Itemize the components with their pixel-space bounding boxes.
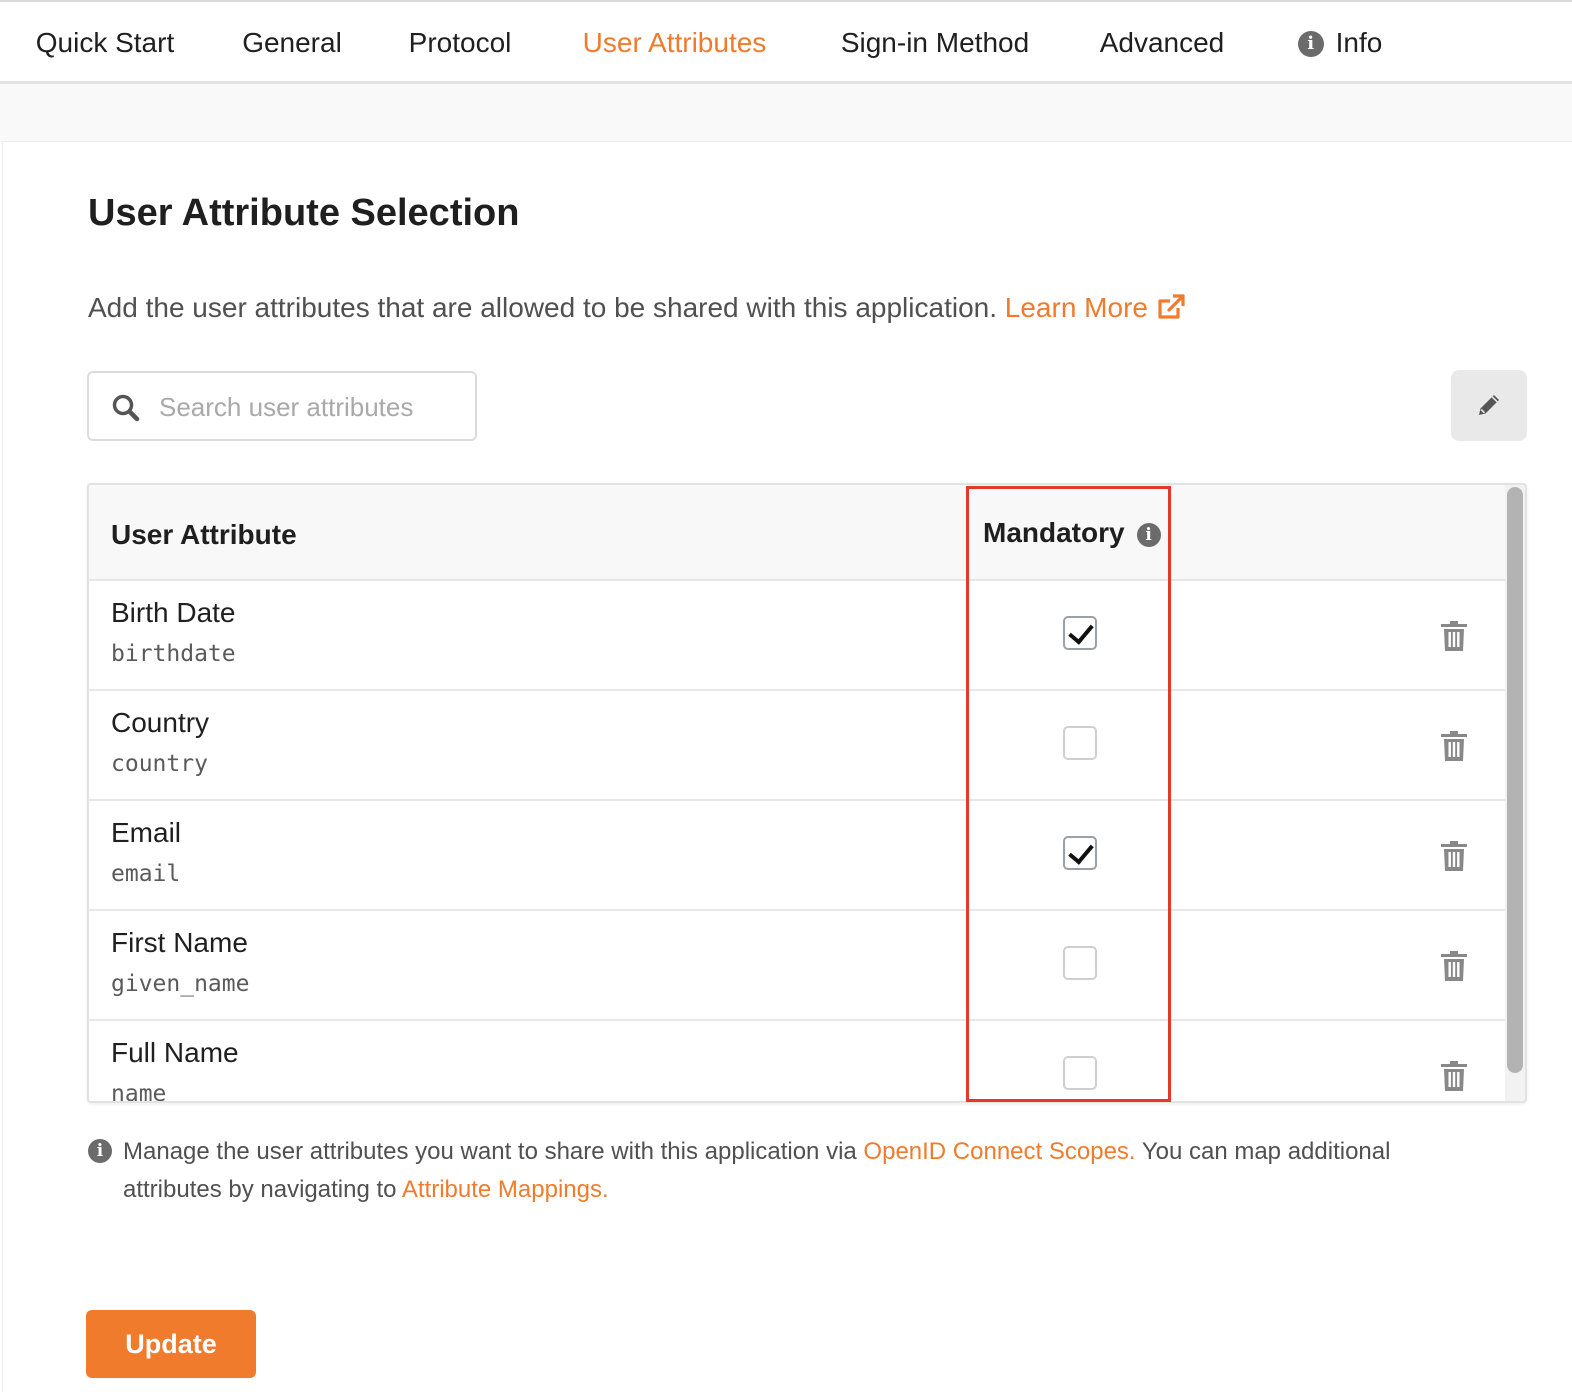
header-user-attribute: User Attribute [111,519,297,550]
attribute-name: Birth Date [111,597,236,628]
page-title: User Attribute Selection [88,192,520,234]
trash-icon[interactable] [1441,951,1467,981]
description-text: Add the user attributes that are allowed… [88,292,997,323]
external-link-icon [1158,294,1185,319]
header-mandatory: Mandatory i [983,517,1161,549]
info-icon[interactable]: i [1136,523,1161,547]
search-box [87,371,477,441]
tab-protocol[interactable]: Protocol [386,2,534,86]
scrollbar-thumb[interactable] [1507,487,1523,1073]
header-mandatory-label: Mandatory [983,517,1125,548]
tab-quick-start[interactable]: Quick Start [14,2,196,86]
tab-bar: Quick Start General Protocol User Attrib… [0,0,1572,89]
attribute-name: Country [111,707,210,738]
search-input[interactable] [159,385,459,429]
tab-label: Advanced [1099,27,1225,58]
table-row: First Name given_name [89,911,1505,1021]
mandatory-checkbox[interactable] [1063,946,1097,980]
openid-connect-scopes-link[interactable]: OpenID Connect Scopes. [863,1138,1135,1165]
learn-more-link[interactable]: Learn More [1005,292,1186,323]
tab-sign-in-method[interactable]: Sign-in Method [818,2,1052,86]
trash-icon[interactable] [1441,621,1467,651]
tab-label: Quick Start [35,27,175,58]
info-icon: i [88,1139,112,1163]
table-row: Country country [89,691,1505,801]
pencil-icon [1479,395,1499,415]
tab-advanced[interactable]: Advanced [1080,2,1244,86]
trash-icon[interactable] [1441,1061,1467,1091]
mandatory-checkbox[interactable] [1063,836,1097,870]
attribute-name: Full Name [111,1037,239,1068]
table-row: Full Name name [89,1021,1505,1103]
tab-user-attributes[interactable]: User Attributes [545,2,804,89]
header-band [0,84,1572,142]
update-button[interactable]: Update [86,1310,256,1378]
attribute-name: First Name [111,927,248,958]
attribute-key: email [111,861,181,887]
mandatory-checkbox[interactable] [1063,1056,1097,1090]
note-text: Manage the user attributes you want to s… [123,1133,1493,1209]
mandatory-checkbox[interactable] [1063,616,1097,650]
tab-label: Sign-in Method [840,27,1030,58]
attribute-key: name [111,1081,167,1103]
attribute-name: Email [111,817,182,848]
note-text-part: Manage the user attributes you want to s… [123,1138,857,1165]
tab-general[interactable]: General [222,2,362,86]
attribute-key: country [111,751,208,777]
attribute-key: given_name [111,971,250,997]
search-icon [112,394,140,422]
table-row: Birth Date birthdate [89,581,1505,691]
tab-label: Protocol [408,27,512,58]
edit-attributes-button[interactable] [1451,370,1527,441]
info-icon: i [1297,31,1324,57]
tab-label: Info [1335,27,1383,58]
trash-icon[interactable] [1441,731,1467,761]
attribute-key: birthdate [111,641,236,667]
mandatory-checkbox[interactable] [1063,726,1097,760]
page-description: Add the user attributes that are allowed… [88,292,1186,324]
attributes-table: User Attribute Mandatory i Birth Date bir… [87,483,1527,1103]
attribute-mappings-link[interactable]: Attribute Mappings. [402,1176,609,1203]
tab-info[interactable]: i Info [1280,2,1400,86]
table-header: User Attribute Mandatory i [89,485,1505,581]
trash-icon[interactable] [1441,841,1467,871]
tab-label: General [242,27,342,58]
learn-more-label: Learn More [1004,292,1148,323]
table-row: Email email [89,801,1505,911]
tab-label: User Attributes [582,27,767,58]
